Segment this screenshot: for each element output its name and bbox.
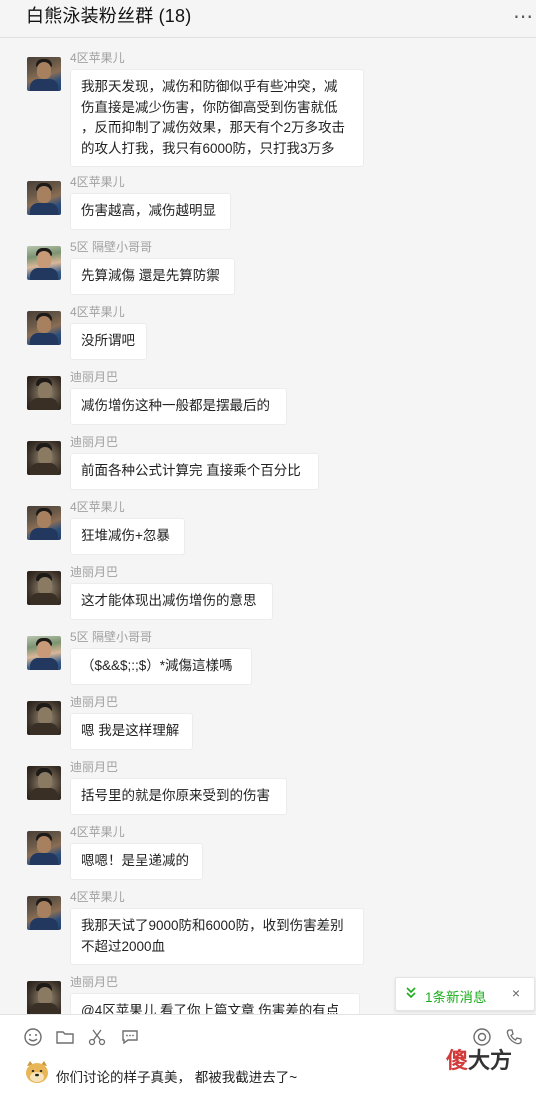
sender-name: 迪丽月巴	[70, 435, 119, 449]
message-text-line: 前面各种公式计算完 直接乘个百分比	[81, 463, 301, 478]
avatar[interactable]	[27, 701, 61, 735]
avatar[interactable]	[27, 831, 61, 865]
message-text-line: ，反而抑制了减伤效果，那天有个2万多攻击	[81, 120, 346, 135]
chevron-double-down-icon	[405, 986, 417, 1003]
scissors-icon[interactable]	[87, 1027, 107, 1047]
message-text-line: 伤直接是减少伤害，你防御高受到伤害就低	[81, 99, 338, 115]
message-bubble[interactable]: 嗯嗯！是呈递减的	[70, 843, 203, 880]
doge-emoji-icon	[24, 1060, 50, 1084]
message-text-line: 减伤增伤这种一般都是摆最后的	[81, 398, 270, 413]
close-icon[interactable]: ×	[512, 985, 520, 1001]
avatar[interactable]	[27, 181, 61, 215]
avatar[interactable]	[27, 896, 61, 930]
message-text-line: （$&&$;:;$）*減傷這樣嗎	[81, 658, 233, 673]
folder-icon[interactable]	[55, 1027, 75, 1047]
sender-name: 4区苹果儿	[70, 890, 125, 904]
avatar[interactable]	[27, 311, 61, 345]
message-bubble[interactable]: 这才能体现出减伤增伤的意思	[70, 583, 273, 620]
message-bubble[interactable]: 前面各种公式计算完 直接乘个百分比	[70, 453, 319, 490]
new-message-notice[interactable]: 1条新消息 ×	[395, 977, 535, 1011]
message-text-line: 狂堆减伤+忽暴	[81, 528, 170, 543]
message-bubble[interactable]: 嗯 我是这样理解	[70, 713, 193, 750]
sender-name: 4区苹果儿	[70, 825, 125, 839]
sender-name: 4区苹果儿	[70, 175, 125, 189]
new-message-label: 1条新消息	[425, 990, 487, 1005]
sender-name: 4区苹果儿	[70, 305, 125, 319]
sender-name: 迪丽月巴	[70, 370, 119, 384]
avatar[interactable]	[27, 376, 61, 410]
message-text-line: 这才能体现出减伤增伤的意思	[81, 593, 257, 608]
sender-name: 4区苹果儿	[70, 500, 125, 514]
chat-bubble-icon[interactable]	[120, 1027, 140, 1047]
chat-header: 白熊泳装粉丝群 (18) ⋯	[0, 0, 536, 38]
avatar[interactable]	[27, 571, 61, 605]
message-text-line: 嗯 我是这样理解	[81, 723, 180, 738]
message-bubble[interactable]: 减伤增伤这种一般都是摆最后的	[70, 388, 287, 425]
message-text-line: 伤害越高，减伤越明显	[81, 203, 216, 218]
sender-name: 4区苹果儿	[70, 51, 125, 65]
more-options-icon[interactable]: ⋯	[513, 4, 534, 29]
avatar[interactable]	[27, 981, 61, 1014]
avatar[interactable]	[27, 636, 61, 670]
message-text-line: 没所谓吧	[81, 333, 135, 348]
group-title[interactable]: 白熊泳装粉丝群 (18)	[26, 2, 191, 28]
message-bubble[interactable]: 我那天发现，减伤和防御似乎有些冲突，减 伤直接是减少伤害，你防御高受到伤害就低 ，反…	[70, 69, 364, 167]
avatar[interactable]	[27, 506, 61, 540]
message-text-line: @4区苹果儿 看了你上篇文章 伤害差的有点	[81, 1003, 340, 1014]
avatar[interactable]	[27, 57, 61, 91]
message-text-line: 嗯嗯！是呈递减的	[81, 853, 189, 868]
emoji-icon[interactable]	[23, 1027, 43, 1047]
sender-name: 迪丽月巴	[70, 975, 119, 989]
message-bubble[interactable]: 先算減傷 還是先算防禦	[70, 258, 235, 295]
scrolled-timestamp	[238, 29, 318, 38]
sender-name: 5区 隔壁小哥哥	[70, 630, 153, 644]
message-draft-input[interactable]: 你们讨论的样子真美， 都被我截进去了~	[24, 1060, 514, 1090]
message-text-line: 我那天试了9000防和6000防，收到伤害差别	[81, 918, 344, 933]
avatar[interactable]	[27, 441, 61, 475]
message-bubble[interactable]: 括号里的就是你原来受到的伤害	[70, 778, 287, 815]
sender-name: 迪丽月巴	[70, 695, 119, 709]
avatar[interactable]	[27, 766, 61, 800]
message-bubble[interactable]: （$&&$;:;$）*減傷這樣嗎	[70, 648, 252, 685]
message-list[interactable]: 4区苹果儿 我那天发现，减伤和防御似乎有些冲突，减 伤直接是减少伤害，你防御高受到伤…	[0, 38, 536, 1014]
avatar[interactable]	[27, 246, 61, 280]
message-text-line: 的攻人打我，我只有6000防，只打我3万多	[81, 140, 335, 156]
message-bubble[interactable]: 我那天试了9000防和6000防，收到伤害差别 不超过2000血	[70, 908, 364, 965]
draft-text: 你们讨论的样子真美， 都被我截进去了~	[56, 1070, 298, 1085]
message-text-line: 括号里的就是你原来受到的伤害	[81, 788, 270, 803]
message-text-line: 不超过2000血	[81, 938, 166, 954]
message-text-line: 我那天发现，减伤和防御似乎有些冲突，减	[81, 79, 338, 94]
message-bubble[interactable]: 没所谓吧	[70, 323, 147, 360]
watermark-logo: 傻大方	[446, 1048, 513, 1073]
sender-name: 迪丽月巴	[70, 760, 119, 774]
message-bubble[interactable]: @4区苹果儿 看了你上篇文章 伤害差的有点	[70, 993, 360, 1014]
message-bubble[interactable]: 狂堆减伤+忽暴	[70, 518, 185, 555]
sender-name: 迪丽月巴	[70, 565, 119, 579]
message-bubble[interactable]: 伤害越高，减伤越明显	[70, 193, 231, 230]
sender-name: 5区 隔壁小哥哥	[70, 240, 153, 254]
message-text-line: 先算減傷 還是先算防禦	[81, 268, 220, 283]
